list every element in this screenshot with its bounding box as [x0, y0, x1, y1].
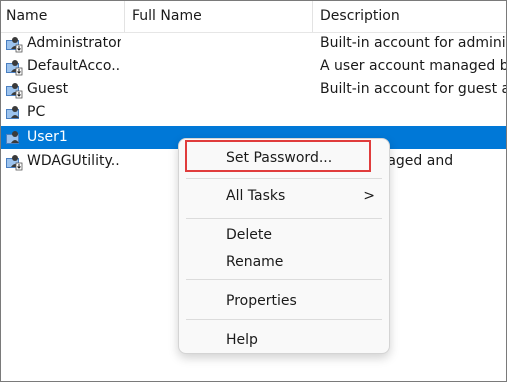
name-cell: WDAGUtility... [5, 150, 121, 173]
name-cell: Guest [5, 78, 121, 101]
menu-separator [186, 319, 382, 320]
user-name: WDAGUtility... [27, 153, 121, 169]
user-description [320, 101, 506, 124]
user-account-icon [5, 58, 23, 76]
menu-item-help[interactable]: Help [179, 325, 389, 355]
column-header-full-name[interactable]: Full Name [125, 1, 313, 32]
name-cell: PC [5, 101, 121, 124]
list-item-defaultaccount[interactable]: DefaultAcco... A user account managed by… [1, 55, 506, 78]
user-description: Built-in account for administ [320, 35, 506, 51]
list-item-guest[interactable]: Guest Built-in account for guest acc [1, 78, 506, 101]
chevron-right-icon: > [363, 188, 375, 204]
name-cell: Administrator [5, 32, 121, 55]
user-description: Built-in account for guest acc [320, 81, 506, 97]
menu-separator [186, 279, 382, 280]
user-name: Guest [27, 81, 69, 97]
user-name: User1 [27, 129, 68, 145]
list-item-administrator[interactable]: Administrator Built-in account for admin… [1, 32, 506, 55]
user-account-icon [5, 81, 23, 99]
user-account-icon [5, 153, 23, 171]
menu-item-all-tasks[interactable]: All Tasks > [179, 181, 389, 211]
name-cell: User1 [5, 126, 121, 149]
column-header-description[interactable]: Description [313, 1, 506, 32]
column-header-name[interactable]: Name [1, 1, 125, 32]
user-name: Administrator [27, 35, 121, 51]
user-description: A user account managed by t [320, 58, 506, 74]
highlight-annotation [185, 140, 371, 172]
user-account-icon [5, 35, 23, 53]
menu-item-label: All Tasks [226, 188, 286, 204]
menu-item-rename[interactable]: Rename [179, 247, 389, 277]
user-account-icon [5, 129, 23, 147]
user-name: PC [27, 104, 46, 120]
user-account-icon [5, 104, 23, 122]
user-name: DefaultAcco... [27, 58, 121, 74]
name-cell: DefaultAcco... [5, 55, 121, 78]
users-list-window: Name Full Name Description Administrator… [0, 0, 507, 382]
menu-separator [186, 218, 382, 219]
menu-separator [186, 178, 382, 179]
menu-item-delete[interactable]: Delete [179, 220, 389, 250]
list-header: Name Full Name Description [1, 1, 506, 33]
menu-item-properties[interactable]: Properties [179, 286, 389, 316]
list-item-pc[interactable]: PC [1, 101, 506, 124]
